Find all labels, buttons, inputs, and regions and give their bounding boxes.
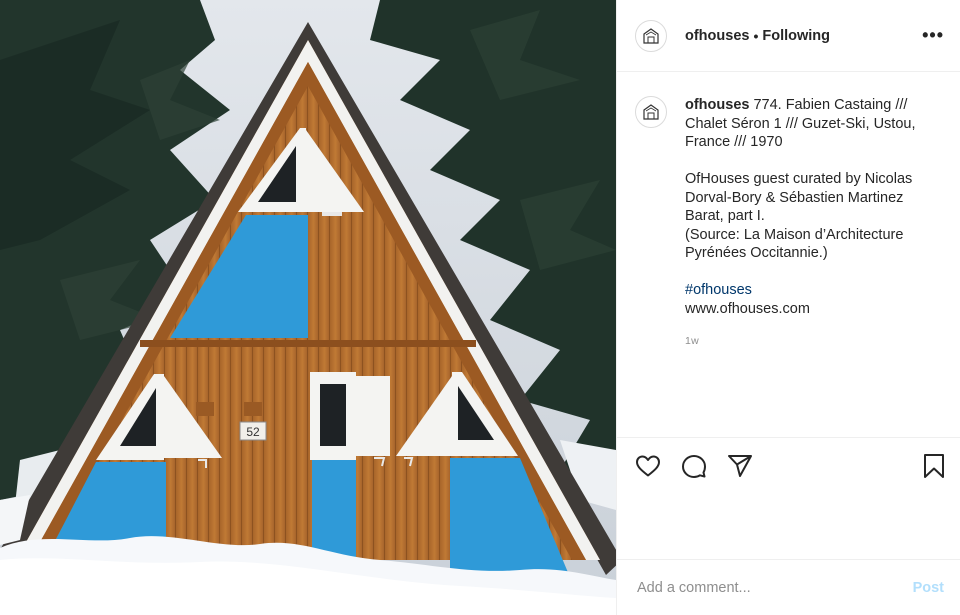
house-logo-icon: [643, 104, 659, 120]
caption-second-paragraph: OfHouses guest curated by Nicolas Dorval…: [685, 170, 935, 263]
caption-first-paragraph: ofhouses 774. Fabien Castaing /// Chalet …: [685, 96, 935, 152]
post-comment-button[interactable]: Post: [913, 580, 944, 596]
website-text: www.ofhouses.com: [685, 300, 810, 317]
heart-icon: [636, 455, 660, 476]
action-bar: [617, 437, 960, 493]
post-header: ofhouses • Following •••: [617, 0, 960, 72]
chalet-photo: 52: [0, 0, 616, 615]
more-options-icon[interactable]: •••: [922, 25, 944, 46]
comment-button[interactable]: [681, 453, 707, 479]
comment-bar: Post: [617, 559, 960, 615]
caption-curator-line: OfHouses guest curated by Nicolas Dorval…: [685, 171, 913, 224]
caption-avatar[interactable]: [635, 96, 667, 128]
post-timestamp[interactable]: 1w: [685, 332, 935, 351]
instagram-post: 52 ofhouses • Following ••• ofhouses 774…: [0, 0, 960, 615]
caption-links: #ofhouses www.ofhouses.com: [685, 281, 935, 318]
caption-text: ofhouses 774. Fabien Castaing /// Chalet …: [685, 96, 935, 437]
comment-icon: [682, 454, 706, 478]
share-icon: [728, 454, 752, 477]
caption-username[interactable]: ofhouses: [685, 97, 749, 113]
caption-area: ofhouses 774. Fabien Castaing /// Chalet …: [617, 72, 960, 437]
likes-area: [617, 493, 960, 559]
share-button[interactable]: [727, 454, 753, 478]
hashtag-link[interactable]: #ofhouses: [685, 281, 935, 300]
following-button[interactable]: Following: [762, 28, 830, 44]
bookmark-icon: [924, 453, 944, 478]
comment-input[interactable]: [635, 578, 913, 597]
post-photo[interactable]: 52: [0, 0, 616, 615]
post-sidebar: ofhouses • Following ••• ofhouses 774. Fa…: [616, 0, 960, 615]
caption-source-line: (Source: La Maison d’Architecture Pyréné…: [685, 226, 904, 262]
header-username[interactable]: ofhouses: [685, 28, 749, 44]
like-button[interactable]: [635, 454, 661, 478]
avatar[interactable]: [635, 19, 667, 52]
save-button[interactable]: [922, 453, 946, 479]
house-number: 52: [246, 425, 260, 439]
separator-dot: •: [753, 27, 759, 44]
house-logo-icon: [643, 27, 659, 44]
